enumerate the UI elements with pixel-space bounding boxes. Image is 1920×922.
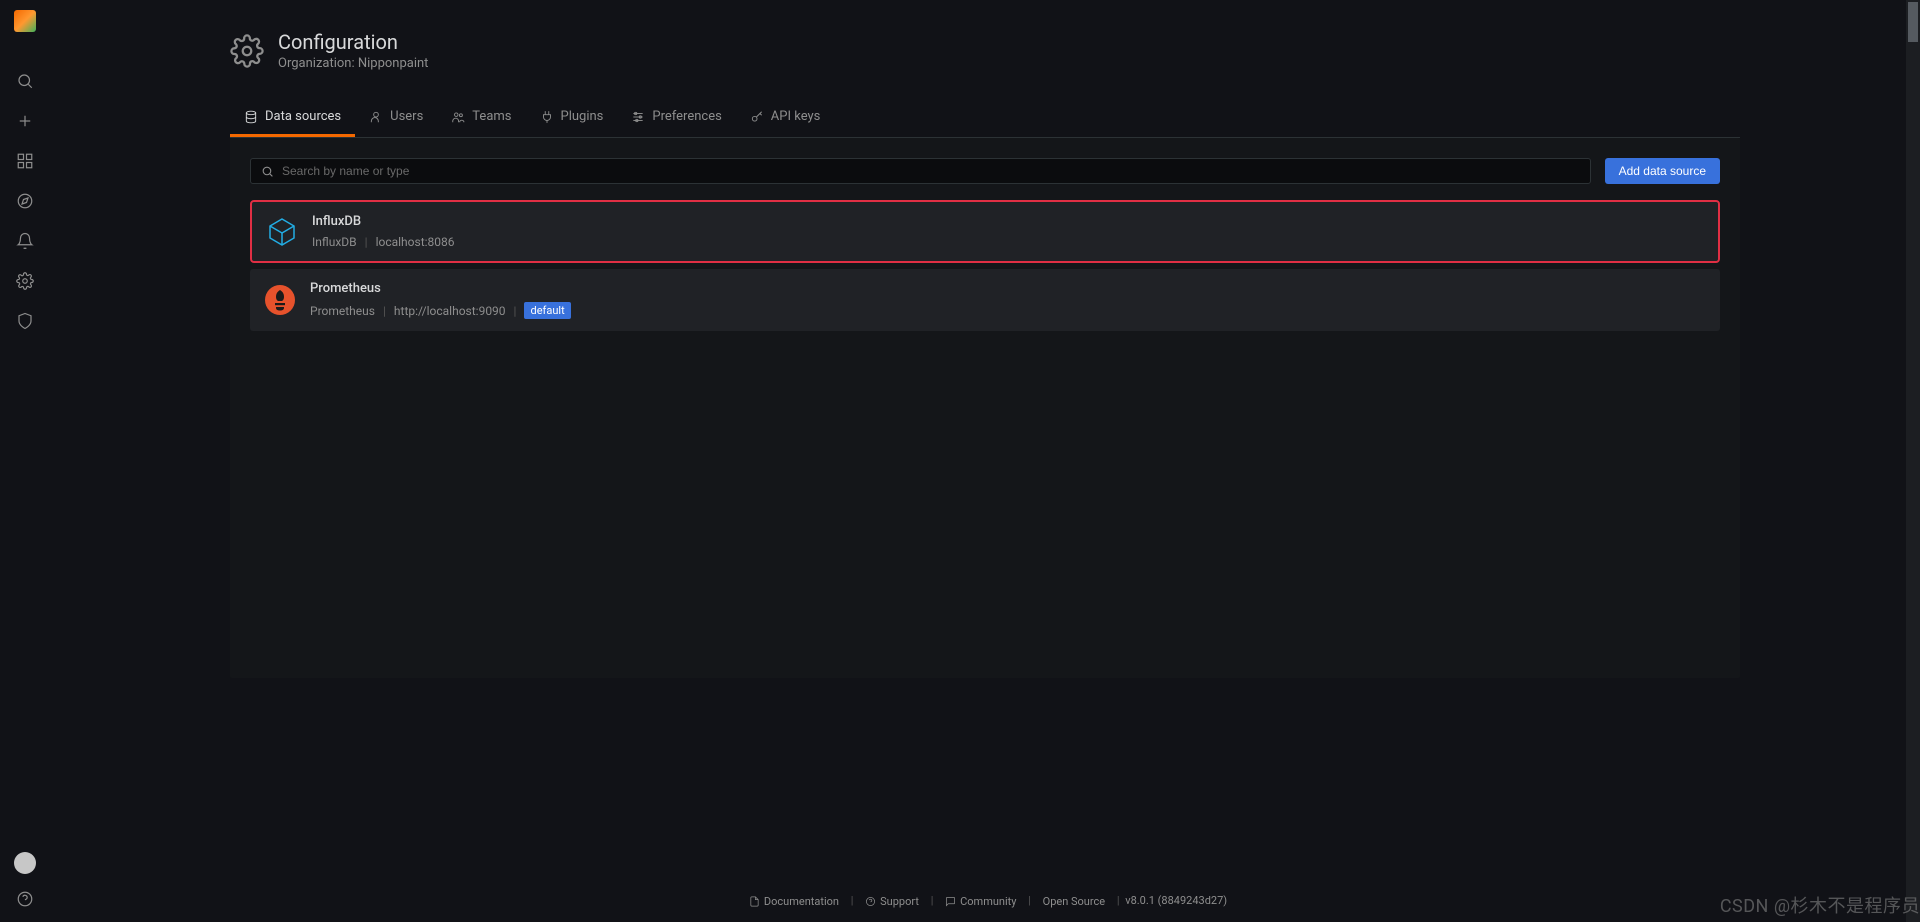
tab-label: Teams: [472, 109, 511, 124]
tab-api-keys[interactable]: API keys: [736, 99, 835, 137]
datasource-name: Prometheus: [310, 281, 571, 296]
tab-label: Preferences: [652, 109, 721, 124]
datasource-card-influxdb[interactable]: InfluxDB InfluxDB | localhost:8086: [250, 200, 1720, 263]
footer-link-label: Documentation: [764, 895, 839, 908]
sliders-icon: [631, 110, 645, 124]
explore-icon[interactable]: [16, 192, 34, 210]
gear-icon: [230, 34, 264, 68]
footer-community[interactable]: Community: [945, 895, 1016, 908]
separator: |: [514, 304, 517, 318]
footer-link-label: Community: [960, 895, 1016, 908]
user-avatar[interactable]: [14, 852, 36, 874]
tab-label: API keys: [771, 109, 821, 124]
plug-icon: [540, 110, 554, 124]
add-data-source-button[interactable]: Add data source: [1605, 158, 1720, 184]
content-panel: Add data source InfluxDB InfluxDB | loca…: [230, 138, 1740, 678]
footer-support[interactable]: Support: [865, 895, 919, 908]
users-icon: [451, 110, 465, 124]
tab-plugins[interactable]: Plugins: [526, 99, 618, 137]
help-icon[interactable]: [16, 890, 34, 908]
datasource-type: Prometheus: [310, 304, 375, 318]
grafana-logo-icon[interactable]: [14, 10, 36, 32]
scrollbar-thumb[interactable]: [1908, 2, 1918, 42]
datasource-card-prometheus[interactable]: Prometheus Prometheus | http://localhost…: [250, 269, 1720, 331]
tab-teams[interactable]: Teams: [437, 99, 525, 137]
footer-documentation[interactable]: Documentation: [749, 895, 839, 908]
page-subtitle: Organization: Nipponpaint: [278, 56, 428, 71]
tab-label: Users: [390, 109, 423, 124]
tab-label: Data sources: [265, 109, 341, 124]
footer-open-source[interactable]: Open Source: [1043, 895, 1105, 908]
configuration-gear-icon[interactable]: [16, 272, 34, 290]
page-title: Configuration: [278, 30, 428, 54]
tab-data-sources[interactable]: Data sources: [230, 99, 355, 137]
dashboards-icon[interactable]: [16, 152, 34, 170]
datasource-type: InfluxDB: [312, 235, 357, 249]
prometheus-icon: [264, 284, 296, 316]
separator: |: [365, 235, 368, 249]
default-badge: default: [524, 302, 570, 319]
server-admin-shield-icon[interactable]: [16, 312, 34, 330]
toolbar: Add data source: [250, 158, 1720, 184]
search-input[interactable]: [282, 164, 1580, 178]
separator: |: [851, 894, 854, 907]
search-wrap[interactable]: [250, 158, 1591, 184]
datasource-url: localhost:8086: [376, 235, 455, 249]
footer-version: v8.0.1 (8849243d27): [1125, 894, 1227, 907]
search-icon[interactable]: [16, 72, 34, 90]
datasource-meta: InfluxDB | localhost:8086: [312, 235, 455, 249]
sidebar-nav: [16, 72, 34, 330]
footer-link-label: Support: [880, 895, 919, 908]
tabs: Data sources Users Teams Plugins Prefere…: [230, 99, 1740, 138]
separator: |: [1117, 894, 1120, 907]
key-icon: [750, 110, 764, 124]
tab-preferences[interactable]: Preferences: [617, 99, 735, 137]
footer: Documentation | Support | Community | Op…: [50, 894, 1920, 908]
influxdb-icon: [266, 216, 298, 248]
search-icon: [261, 165, 274, 178]
separator: |: [931, 894, 934, 907]
page-header: Configuration Organization: Nipponpaint: [230, 30, 1740, 71]
watermark: CSDN @杉木不是程序员: [1720, 892, 1920, 918]
sidebar: [0, 0, 50, 922]
database-icon: [244, 110, 258, 124]
tab-label: Plugins: [561, 109, 604, 124]
scrollbar[interactable]: [1906, 0, 1920, 922]
tab-users[interactable]: Users: [355, 99, 437, 137]
datasource-url: http://localhost:9090: [394, 304, 506, 318]
datasource-meta: Prometheus | http://localhost:9090 | def…: [310, 302, 571, 319]
separator: |: [1028, 894, 1031, 907]
alerting-bell-icon[interactable]: [16, 232, 34, 250]
main-content: Configuration Organization: Nipponpaint …: [50, 0, 1920, 678]
datasource-name: InfluxDB: [312, 214, 455, 229]
footer-link-label: Open Source: [1043, 895, 1105, 908]
separator: |: [383, 304, 386, 318]
user-icon: [369, 110, 383, 124]
plus-icon[interactable]: [16, 112, 34, 130]
